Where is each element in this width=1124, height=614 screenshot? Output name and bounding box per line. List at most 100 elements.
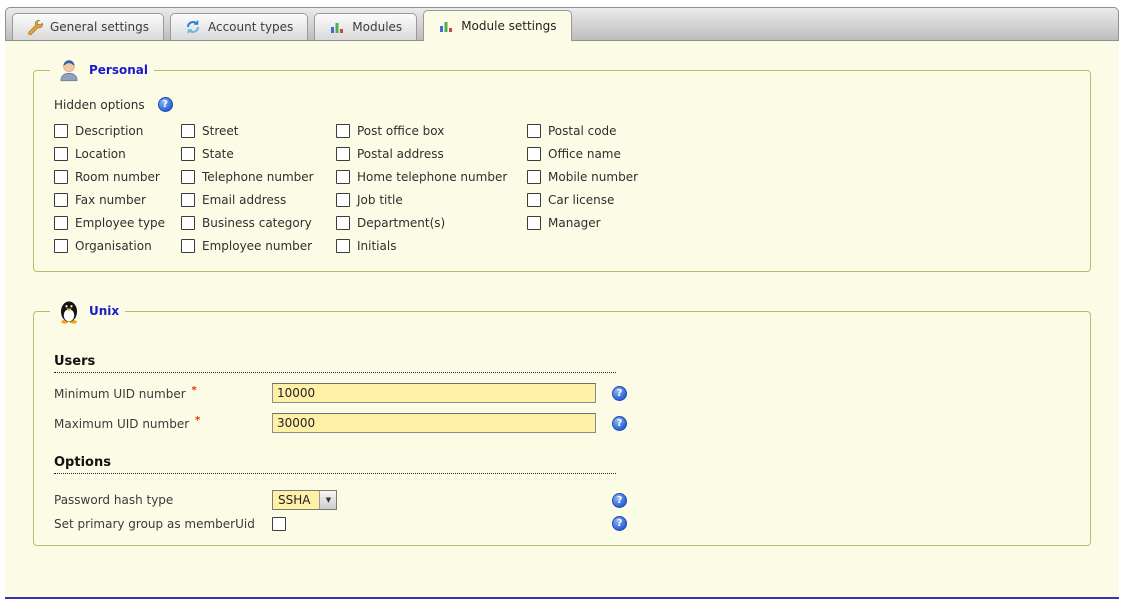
- select-arrow-icon[interactable]: ▼: [319, 491, 336, 509]
- checkbox[interactable]: [54, 124, 68, 138]
- users-heading: Users: [54, 354, 616, 373]
- member-uid-checkbox[interactable]: [272, 517, 286, 531]
- checkbox-label: Postal address: [357, 147, 444, 161]
- checkbox-label: Employee number: [202, 239, 312, 253]
- help-icon[interactable]: ?: [612, 516, 627, 531]
- hidden-option-employee-number: Employee number: [181, 239, 336, 253]
- hidden-option-mobile-number: Mobile number: [527, 170, 1078, 184]
- checkbox[interactable]: [336, 193, 350, 207]
- checkbox-label: Post office box: [357, 124, 444, 138]
- required-marker: *: [195, 415, 200, 426]
- checkbox[interactable]: [54, 147, 68, 161]
- password-hash-select[interactable]: SSHA ▼: [272, 490, 337, 510]
- checkbox[interactable]: [527, 170, 541, 184]
- checkbox-label: Employee type: [75, 216, 165, 230]
- checkbox-label: Room number: [75, 170, 160, 184]
- checkbox[interactable]: [527, 147, 541, 161]
- minimum-uid-number-row: Minimum UID number *?: [54, 383, 1078, 403]
- checkbox[interactable]: [181, 239, 195, 253]
- help-icon[interactable]: ?: [158, 97, 173, 112]
- minimum-uid-number-input[interactable]: [272, 383, 596, 403]
- tab-label: Account types: [208, 20, 293, 34]
- bar-chart-icon: [329, 19, 345, 35]
- hidden-option-initials: Initials: [336, 239, 527, 253]
- checkbox-label: State: [202, 147, 234, 161]
- tab-general-settings[interactable]: General settings: [12, 13, 164, 40]
- tab-label: Module settings: [461, 19, 556, 33]
- checkbox[interactable]: [336, 216, 350, 230]
- unix-section: Unix Users Minimum UID number *?Maximum …: [33, 298, 1091, 546]
- checkbox[interactable]: [181, 216, 195, 230]
- hidden-option-email-address: Email address: [181, 193, 336, 207]
- maximum-uid-number-input[interactable]: [272, 413, 596, 433]
- checkbox[interactable]: [336, 170, 350, 184]
- unix-users-fields: Minimum UID number *?Maximum UID number …: [46, 383, 1078, 433]
- checkbox[interactable]: [54, 239, 68, 253]
- hidden-option-postal-address: Postal address: [336, 147, 527, 161]
- checkbox[interactable]: [181, 193, 195, 207]
- hidden-option-post-office-box: Post office box: [336, 124, 527, 138]
- checkbox-label: Home telephone number: [357, 170, 507, 184]
- checkbox-label: Postal code: [548, 124, 617, 138]
- hidden-option-location: Location: [54, 147, 181, 161]
- person-icon: [56, 57, 82, 83]
- checkbox[interactable]: [527, 216, 541, 230]
- checkbox-label: Email address: [202, 193, 286, 207]
- bar-chart-icon: [438, 18, 454, 34]
- hidden-option-room-number: Room number: [54, 170, 181, 184]
- tab-account-types[interactable]: Account types: [170, 13, 308, 40]
- hidden-option-home-telephone-number: Home telephone number: [336, 170, 527, 184]
- hidden-option-manager: Manager: [527, 216, 1078, 230]
- hidden-options-row: Hidden options ?: [54, 97, 1078, 112]
- checkbox[interactable]: [181, 147, 195, 161]
- checkbox-label: Car license: [548, 193, 614, 207]
- options-heading: Options: [54, 455, 616, 474]
- password-hash-label: Password hash type: [54, 493, 272, 507]
- hidden-option-telephone-number: Telephone number: [181, 170, 336, 184]
- checkbox[interactable]: [54, 216, 68, 230]
- hidden-option-state: State: [181, 147, 336, 161]
- checkbox-label: Job title: [357, 193, 403, 207]
- help-icon[interactable]: ?: [612, 493, 627, 508]
- checkbox[interactable]: [181, 170, 195, 184]
- unix-legend: Unix: [50, 298, 125, 324]
- hidden-option-organisation: Organisation: [54, 239, 181, 253]
- checkbox-label: Fax number: [75, 193, 146, 207]
- checkbox[interactable]: [336, 147, 350, 161]
- hidden-options-grid: DescriptionStreetPost office boxPostal c…: [54, 124, 1078, 253]
- hidden-option-car-license: Car license: [527, 193, 1078, 207]
- tab-module-settings[interactable]: Module settings: [423, 10, 571, 41]
- tab-modules[interactable]: Modules: [314, 13, 417, 40]
- checkbox[interactable]: [336, 124, 350, 138]
- checkbox-label: Telephone number: [202, 170, 314, 184]
- hidden-option-department-s: Department(s): [336, 216, 527, 230]
- content: Personal Hidden options ? DescriptionStr…: [5, 41, 1119, 599]
- member-uid-label: Set primary group as memberUid: [54, 517, 272, 531]
- password-hash-row: Password hash type SSHA ▼ ?: [54, 490, 1078, 510]
- checkbox[interactable]: [54, 193, 68, 207]
- hidden-option-office-name: Office name: [527, 147, 1078, 161]
- maximum-uid-number-row: Maximum UID number *?: [54, 413, 1078, 433]
- field-label: Minimum UID number *: [54, 385, 272, 401]
- help-icon[interactable]: ?: [612, 386, 627, 401]
- hidden-option-postal-code: Postal code: [527, 124, 1078, 138]
- checkbox[interactable]: [527, 193, 541, 207]
- checkbox[interactable]: [336, 239, 350, 253]
- wrench-icon: [27, 19, 43, 35]
- tab-bar: General settings Account types: [5, 7, 1119, 41]
- help-icon[interactable]: ?: [612, 416, 627, 431]
- tux-penguin-icon: [56, 298, 82, 324]
- hidden-option-business-category: Business category: [181, 216, 336, 230]
- checkbox[interactable]: [54, 170, 68, 184]
- checkbox-label: Mobile number: [548, 170, 638, 184]
- checkbox-label: Business category: [202, 216, 312, 230]
- page: General settings Account types: [5, 7, 1119, 599]
- hidden-option-fax-number: Fax number: [54, 193, 181, 207]
- checkbox[interactable]: [181, 124, 195, 138]
- legend-text: Personal: [89, 63, 148, 77]
- personal-section: Personal Hidden options ? DescriptionStr…: [33, 57, 1091, 272]
- checkbox-label: Initials: [357, 239, 396, 253]
- checkbox-label: Description: [75, 124, 143, 138]
- legend-text: Unix: [89, 304, 119, 318]
- checkbox[interactable]: [527, 124, 541, 138]
